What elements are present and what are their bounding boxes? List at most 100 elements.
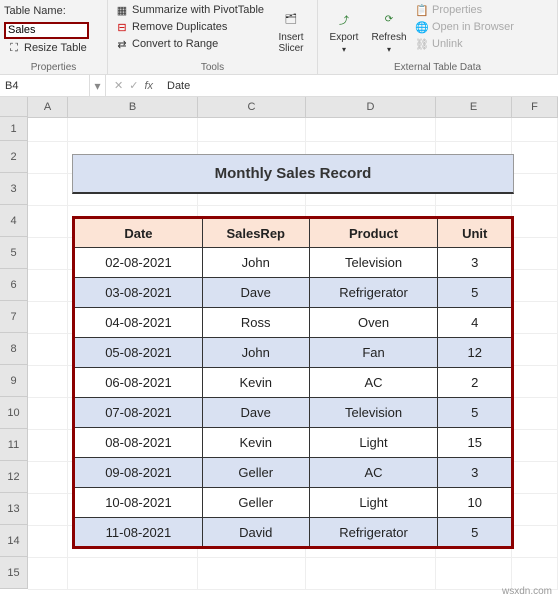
cell[interactable] — [512, 174, 558, 206]
table-cell[interactable]: 05-08-2021 — [74, 338, 203, 368]
table-cell[interactable]: 3 — [438, 458, 513, 488]
cell[interactable] — [512, 398, 558, 430]
col-header-C[interactable]: C — [198, 97, 306, 117]
select-all-corner[interactable] — [0, 97, 28, 117]
table-cell[interactable]: 02-08-2021 — [74, 248, 203, 278]
cell[interactable] — [28, 334, 68, 366]
table-cell[interactable]: 10-08-2021 — [74, 488, 203, 518]
row-header-7[interactable]: 7 — [0, 301, 28, 333]
row-header-10[interactable]: 10 — [0, 397, 28, 429]
table-cell[interactable]: Light — [309, 428, 438, 458]
row-header-9[interactable]: 9 — [0, 365, 28, 397]
cell[interactable] — [512, 494, 558, 526]
cell[interactable] — [512, 142, 558, 174]
row-header-12[interactable]: 12 — [0, 461, 28, 493]
table-header[interactable]: Product — [309, 218, 438, 248]
cell[interactable] — [28, 142, 68, 174]
table-cell[interactable]: 5 — [438, 398, 513, 428]
table-cell[interactable]: Kevin — [202, 428, 309, 458]
table-cell[interactable]: Ross — [202, 308, 309, 338]
col-header-F[interactable]: F — [512, 97, 558, 117]
table-cell[interactable]: 07-08-2021 — [74, 398, 203, 428]
table-cell[interactable]: 4 — [438, 308, 513, 338]
cell[interactable] — [512, 206, 558, 238]
row-header-15[interactable]: 15 — [0, 557, 28, 589]
cell[interactable] — [512, 270, 558, 302]
table-cell[interactable]: 12 — [438, 338, 513, 368]
table-header[interactable]: SalesRep — [202, 218, 309, 248]
cell[interactable] — [306, 558, 436, 590]
resize-table-button[interactable]: ⛶ Resize Table — [4, 40, 103, 56]
table-header[interactable]: Unit — [438, 218, 513, 248]
convert-range-button[interactable]: ⇄ Convert to Range — [112, 36, 268, 52]
cell[interactable] — [512, 302, 558, 334]
cell[interactable] — [68, 558, 198, 590]
cell[interactable] — [28, 494, 68, 526]
cell[interactable] — [512, 462, 558, 494]
cell[interactable] — [28, 302, 68, 334]
cell[interactable] — [28, 118, 68, 142]
table-cell[interactable]: Dave — [202, 398, 309, 428]
table-cell[interactable]: 2 — [438, 368, 513, 398]
cell[interactable] — [198, 118, 306, 142]
cell[interactable] — [28, 430, 68, 462]
cell[interactable] — [512, 238, 558, 270]
row-header-6[interactable]: 6 — [0, 269, 28, 301]
cell[interactable] — [68, 118, 198, 142]
cell[interactable] — [28, 526, 68, 558]
cell[interactable] — [28, 462, 68, 494]
table-cell[interactable]: 15 — [438, 428, 513, 458]
fx-icon[interactable]: fx — [144, 80, 153, 92]
row-header-3[interactable]: 3 — [0, 173, 28, 205]
table-cell[interactable]: Geller — [202, 458, 309, 488]
cell[interactable] — [28, 366, 68, 398]
cell[interactable] — [28, 206, 68, 238]
table-cell[interactable]: AC — [309, 368, 438, 398]
row-header-1[interactable]: 1 — [0, 117, 28, 141]
col-header-B[interactable]: B — [68, 97, 198, 117]
cell[interactable] — [198, 558, 306, 590]
table-cell[interactable]: 3 — [438, 248, 513, 278]
row-header-13[interactable]: 13 — [0, 493, 28, 525]
table-cell[interactable]: John — [202, 248, 309, 278]
table-cell[interactable]: 11-08-2021 — [74, 518, 203, 548]
cell[interactable] — [306, 118, 436, 142]
cell[interactable] — [28, 238, 68, 270]
table-cell[interactable]: AC — [309, 458, 438, 488]
table-cell[interactable]: 10 — [438, 488, 513, 518]
export-button[interactable]: ⤴ Export ▾ — [322, 2, 366, 60]
table-cell[interactable]: 06-08-2021 — [74, 368, 203, 398]
table-cell[interactable]: Television — [309, 248, 438, 278]
col-header-D[interactable]: D — [306, 97, 436, 117]
table-cell[interactable]: 03-08-2021 — [74, 278, 203, 308]
table-cell[interactable]: Television — [309, 398, 438, 428]
cell[interactable] — [512, 430, 558, 462]
table-cell[interactable]: John — [202, 338, 309, 368]
insert-slicer-button[interactable]: 🗂 Insert Slicer — [269, 2, 313, 60]
formula-input[interactable]: Date — [161, 75, 558, 96]
table-cell[interactable]: David — [202, 518, 309, 548]
table-cell[interactable]: Kevin — [202, 368, 309, 398]
col-header-E[interactable]: E — [436, 97, 512, 117]
cell[interactable] — [28, 558, 68, 590]
name-box-dropdown[interactable]: ▾ — [90, 75, 106, 96]
row-header-11[interactable]: 11 — [0, 429, 28, 461]
cell[interactable] — [436, 118, 512, 142]
row-header-2[interactable]: 2 — [0, 141, 28, 173]
table-cell[interactable]: 04-08-2021 — [74, 308, 203, 338]
row-header-5[interactable]: 5 — [0, 237, 28, 269]
table-cell[interactable]: Oven — [309, 308, 438, 338]
row-header-4[interactable]: 4 — [0, 205, 28, 237]
table-cell[interactable]: Refrigerator — [309, 278, 438, 308]
cell[interactable] — [28, 174, 68, 206]
row-header-14[interactable]: 14 — [0, 525, 28, 557]
remove-duplicates-button[interactable]: ⊟ Remove Duplicates — [112, 19, 268, 35]
table-cell[interactable]: Fan — [309, 338, 438, 368]
cell[interactable] — [28, 270, 68, 302]
name-box[interactable]: B4 — [0, 75, 90, 96]
table-cell[interactable]: Refrigerator — [309, 518, 438, 548]
table-cell[interactable]: 08-08-2021 — [74, 428, 203, 458]
cell[interactable] — [512, 334, 558, 366]
table-cell[interactable]: 09-08-2021 — [74, 458, 203, 488]
table-name-input[interactable] — [4, 22, 89, 39]
